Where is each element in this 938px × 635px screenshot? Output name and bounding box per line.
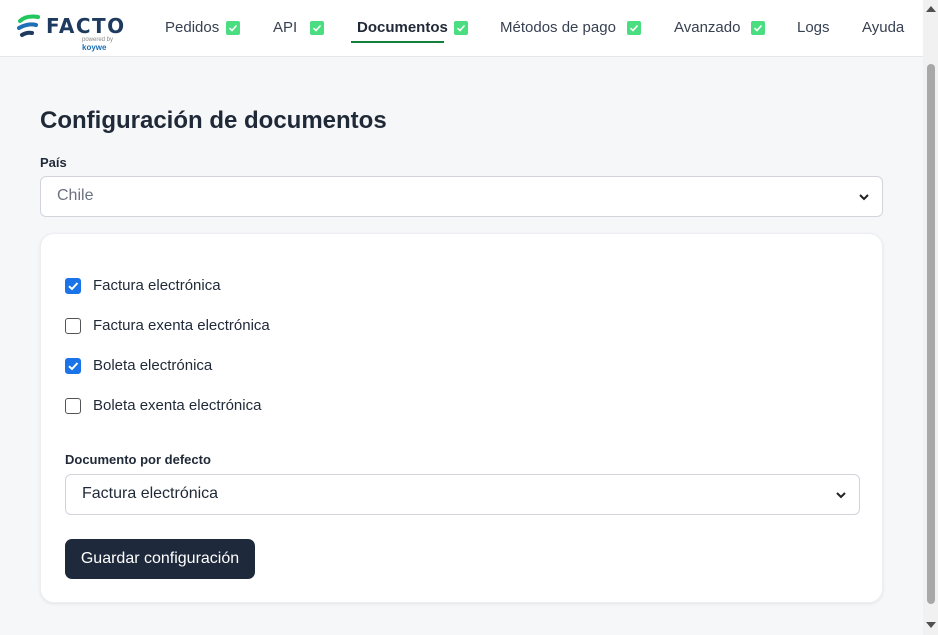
country-select-value: Chile xyxy=(57,187,94,204)
factura-label: Factura electrónica xyxy=(93,277,221,294)
check-icon xyxy=(226,21,240,35)
default-document-select[interactable]: Factura electrónica xyxy=(65,474,860,515)
check-icon xyxy=(454,21,468,35)
checkmark-icon xyxy=(68,362,79,371)
main-nav: Pedidos API Documentos Métodos de pago A… xyxy=(0,0,938,57)
factura-checkbox[interactable] xyxy=(65,278,81,294)
boleta-label: Boleta electrónica xyxy=(93,357,213,374)
chevron-down-icon xyxy=(859,194,869,201)
document-option-factura-exenta[interactable]: Factura exenta electrónica xyxy=(65,316,365,336)
boleta-exenta-label: Boleta exenta electrónica xyxy=(93,397,262,414)
nav-item-metodos-de-pago[interactable]: Métodos de pago xyxy=(500,19,616,39)
check-icon xyxy=(310,21,324,35)
scroll-up-arrow-icon[interactable] xyxy=(926,6,936,12)
country-select[interactable]: Chile xyxy=(40,176,883,217)
nav-item-ayuda[interactable]: Ayuda xyxy=(862,19,904,39)
documents-card: Factura electrónica Factura exenta elect… xyxy=(40,233,883,603)
page-title: Configuración de documentos xyxy=(40,107,387,134)
nav-item-logs[interactable]: Logs xyxy=(797,19,830,39)
nav-item-documentos[interactable]: Documentos xyxy=(357,19,448,39)
factura-exenta-label: Factura exenta electrónica xyxy=(93,317,270,334)
document-option-boleta-exenta[interactable]: Boleta exenta electrónica xyxy=(65,396,365,416)
scroll-down-arrow-icon[interactable] xyxy=(926,622,936,628)
chevron-down-icon xyxy=(836,492,846,499)
default-document-label: Documento por defecto xyxy=(65,452,211,467)
save-configuration-button[interactable]: Guardar configuración xyxy=(65,539,255,579)
top-navigation-bar: FACTO powered by koywe Pedidos API Docum… xyxy=(0,0,938,57)
document-option-factura[interactable]: Factura electrónica xyxy=(65,276,365,296)
nav-item-api[interactable]: API xyxy=(273,19,297,39)
factura-exenta-checkbox[interactable] xyxy=(65,318,81,334)
check-icon xyxy=(627,21,641,35)
check-icon xyxy=(751,21,765,35)
boleta-checkbox[interactable] xyxy=(65,358,81,374)
nav-item-pedidos[interactable]: Pedidos xyxy=(165,19,219,39)
document-option-boleta[interactable]: Boleta electrónica xyxy=(65,356,365,376)
country-label: País xyxy=(40,155,67,170)
default-document-value: Factura electrónica xyxy=(82,485,219,502)
checkmark-icon xyxy=(68,282,79,291)
scrollbar-thumb[interactable] xyxy=(927,64,935,604)
nav-item-avanzado[interactable]: Avanzado xyxy=(674,19,740,39)
active-tab-indicator xyxy=(351,41,444,43)
vertical-scrollbar[interactable] xyxy=(923,0,938,635)
boleta-exenta-checkbox[interactable] xyxy=(65,398,81,414)
